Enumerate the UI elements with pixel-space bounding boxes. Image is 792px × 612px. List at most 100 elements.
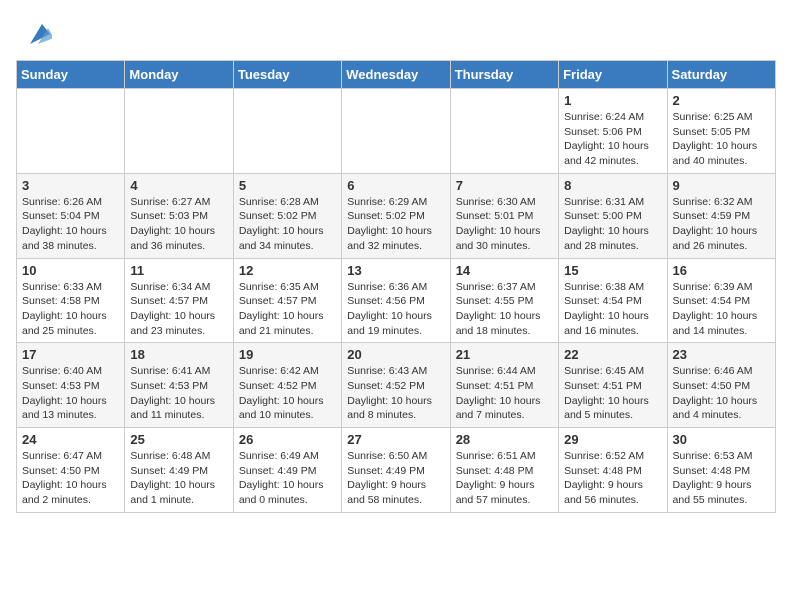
day-cell: 28 Sunrise: 6:51 AM Sunset: 4:48 PM Dayli… [450, 428, 558, 513]
day-cell: 11 Sunrise: 6:34 AM Sunset: 4:57 PM Dayli… [125, 258, 233, 343]
day-info: Sunrise: 6:43 AM Sunset: 4:52 PM Dayligh… [347, 364, 444, 423]
day-number: 3 [22, 178, 119, 193]
day-cell: 30 Sunrise: 6:53 AM Sunset: 4:48 PM Dayli… [667, 428, 775, 513]
weekday-header-row: SundayMondayTuesdayWednesdayThursdayFrid… [17, 61, 776, 89]
week-row-4: 17 Sunrise: 6:40 AM Sunset: 4:53 PM Dayli… [17, 343, 776, 428]
day-cell: 15 Sunrise: 6:38 AM Sunset: 4:54 PM Dayli… [559, 258, 667, 343]
day-cell [17, 89, 125, 174]
logo [16, 16, 52, 48]
day-cell: 13 Sunrise: 6:36 AM Sunset: 4:56 PM Dayli… [342, 258, 450, 343]
day-cell: 8 Sunrise: 6:31 AM Sunset: 5:00 PM Daylig… [559, 173, 667, 258]
day-info: Sunrise: 6:45 AM Sunset: 4:51 PM Dayligh… [564, 364, 661, 423]
day-info: Sunrise: 6:34 AM Sunset: 4:57 PM Dayligh… [130, 280, 227, 339]
day-cell: 1 Sunrise: 6:24 AM Sunset: 5:06 PM Daylig… [559, 89, 667, 174]
day-number: 14 [456, 263, 553, 278]
day-cell: 24Sunrise: 6:47 AM Sunset: 4:50 PM Dayli… [17, 428, 125, 513]
week-row-5: 24Sunrise: 6:47 AM Sunset: 4:50 PM Dayli… [17, 428, 776, 513]
day-info: Sunrise: 6:42 AM Sunset: 4:52 PM Dayligh… [239, 364, 336, 423]
day-number: 6 [347, 178, 444, 193]
day-info: Sunrise: 6:31 AM Sunset: 5:00 PM Dayligh… [564, 195, 661, 254]
week-row-2: 3 Sunrise: 6:26 AM Sunset: 5:04 PM Daylig… [17, 173, 776, 258]
day-cell [450, 89, 558, 174]
day-cell [342, 89, 450, 174]
day-number: 11 [130, 263, 227, 278]
day-info: Sunrise: 6:30 AM Sunset: 5:01 PM Dayligh… [456, 195, 553, 254]
day-number: 21 [456, 347, 553, 362]
week-row-1: 1 Sunrise: 6:24 AM Sunset: 5:06 PM Daylig… [17, 89, 776, 174]
day-number: 26 [239, 432, 336, 447]
day-number: 2 [673, 93, 770, 108]
day-cell: 19 Sunrise: 6:42 AM Sunset: 4:52 PM Dayli… [233, 343, 341, 428]
day-cell: 25Sunrise: 6:48 AM Sunset: 4:49 PM Dayli… [125, 428, 233, 513]
day-info: Sunrise: 6:50 AM Sunset: 4:49 PM Dayligh… [347, 449, 444, 508]
day-info: Sunrise: 6:37 AM Sunset: 4:55 PM Dayligh… [456, 280, 553, 339]
calendar-body: 1 Sunrise: 6:24 AM Sunset: 5:06 PM Daylig… [17, 89, 776, 513]
day-cell: 4 Sunrise: 6:27 AM Sunset: 5:03 PM Daylig… [125, 173, 233, 258]
day-cell [233, 89, 341, 174]
day-info: Sunrise: 6:46 AM Sunset: 4:50 PM Dayligh… [673, 364, 770, 423]
day-cell: 6 Sunrise: 6:29 AM Sunset: 5:02 PM Daylig… [342, 173, 450, 258]
day-info: Sunrise: 6:29 AM Sunset: 5:02 PM Dayligh… [347, 195, 444, 254]
weekday-header-thursday: Thursday [450, 61, 558, 89]
day-cell [125, 89, 233, 174]
day-cell: 3 Sunrise: 6:26 AM Sunset: 5:04 PM Daylig… [17, 173, 125, 258]
day-cell: 7 Sunrise: 6:30 AM Sunset: 5:01 PM Daylig… [450, 173, 558, 258]
logo-icon [20, 16, 52, 48]
day-cell: 26 Sunrise: 6:49 AM Sunset: 4:49 PM Dayli… [233, 428, 341, 513]
day-cell: 27Sunrise: 6:50 AM Sunset: 4:49 PM Dayli… [342, 428, 450, 513]
day-info: Sunrise: 6:41 AM Sunset: 4:53 PM Dayligh… [130, 364, 227, 423]
day-number: 8 [564, 178, 661, 193]
day-number: 4 [130, 178, 227, 193]
day-info: Sunrise: 6:33 AM Sunset: 4:58 PM Dayligh… [22, 280, 119, 339]
day-info: Sunrise: 6:38 AM Sunset: 4:54 PM Dayligh… [564, 280, 661, 339]
day-cell: 12 Sunrise: 6:35 AM Sunset: 4:57 PM Dayli… [233, 258, 341, 343]
day-info: Sunrise: 6:36 AM Sunset: 4:56 PM Dayligh… [347, 280, 444, 339]
day-info: Sunrise: 6:51 AM Sunset: 4:48 PM Dayligh… [456, 449, 553, 508]
day-cell: 22 Sunrise: 6:45 AM Sunset: 4:51 PM Dayli… [559, 343, 667, 428]
day-number: 9 [673, 178, 770, 193]
weekday-header-monday: Monday [125, 61, 233, 89]
day-cell: 2Sunrise: 6:25 AM Sunset: 5:05 PM Daylig… [667, 89, 775, 174]
day-number: 19 [239, 347, 336, 362]
day-number: 5 [239, 178, 336, 193]
day-cell: 16 Sunrise: 6:39 AM Sunset: 4:54 PM Dayli… [667, 258, 775, 343]
day-number: 10 [22, 263, 119, 278]
day-info: Sunrise: 6:35 AM Sunset: 4:57 PM Dayligh… [239, 280, 336, 339]
day-number: 22 [564, 347, 661, 362]
day-number: 28 [456, 432, 553, 447]
day-info: Sunrise: 6:49 AM Sunset: 4:49 PM Dayligh… [239, 449, 336, 508]
day-info: Sunrise: 6:24 AM Sunset: 5:06 PM Dayligh… [564, 110, 661, 169]
header [16, 16, 776, 48]
day-number: 17 [22, 347, 119, 362]
day-info: Sunrise: 6:39 AM Sunset: 4:54 PM Dayligh… [673, 280, 770, 339]
day-number: 20 [347, 347, 444, 362]
day-info: Sunrise: 6:27 AM Sunset: 5:03 PM Dayligh… [130, 195, 227, 254]
day-cell: 23 Sunrise: 6:46 AM Sunset: 4:50 PM Dayli… [667, 343, 775, 428]
calendar-header: SundayMondayTuesdayWednesdayThursdayFrid… [17, 61, 776, 89]
weekday-header-sunday: Sunday [17, 61, 125, 89]
day-info: Sunrise: 6:28 AM Sunset: 5:02 PM Dayligh… [239, 195, 336, 254]
week-row-3: 10 Sunrise: 6:33 AM Sunset: 4:58 PM Dayli… [17, 258, 776, 343]
day-number: 12 [239, 263, 336, 278]
day-number: 15 [564, 263, 661, 278]
day-cell: 18 Sunrise: 6:41 AM Sunset: 4:53 PM Dayli… [125, 343, 233, 428]
day-info: Sunrise: 6:26 AM Sunset: 5:04 PM Dayligh… [22, 195, 119, 254]
day-info: Sunrise: 6:52 AM Sunset: 4:48 PM Dayligh… [564, 449, 661, 508]
day-number: 1 [564, 93, 661, 108]
day-cell: 9Sunrise: 6:32 AM Sunset: 4:59 PM Daylig… [667, 173, 775, 258]
day-number: 30 [673, 432, 770, 447]
day-cell: 10 Sunrise: 6:33 AM Sunset: 4:58 PM Dayli… [17, 258, 125, 343]
day-cell: 21 Sunrise: 6:44 AM Sunset: 4:51 PM Dayli… [450, 343, 558, 428]
day-info: Sunrise: 6:40 AM Sunset: 4:53 PM Dayligh… [22, 364, 119, 423]
day-info: Sunrise: 6:44 AM Sunset: 4:51 PM Dayligh… [456, 364, 553, 423]
day-cell: 29Sunrise: 6:52 AM Sunset: 4:48 PM Dayli… [559, 428, 667, 513]
day-number: 23 [673, 347, 770, 362]
day-number: 16 [673, 263, 770, 278]
day-number: 13 [347, 263, 444, 278]
day-number: 18 [130, 347, 227, 362]
day-info: Sunrise: 6:47 AM Sunset: 4:50 PM Dayligh… [22, 449, 119, 508]
day-info: Sunrise: 6:53 AM Sunset: 4:48 PM Dayligh… [673, 449, 770, 508]
day-number: 7 [456, 178, 553, 193]
calendar: SundayMondayTuesdayWednesdayThursdayFrid… [16, 60, 776, 513]
weekday-header-saturday: Saturday [667, 61, 775, 89]
